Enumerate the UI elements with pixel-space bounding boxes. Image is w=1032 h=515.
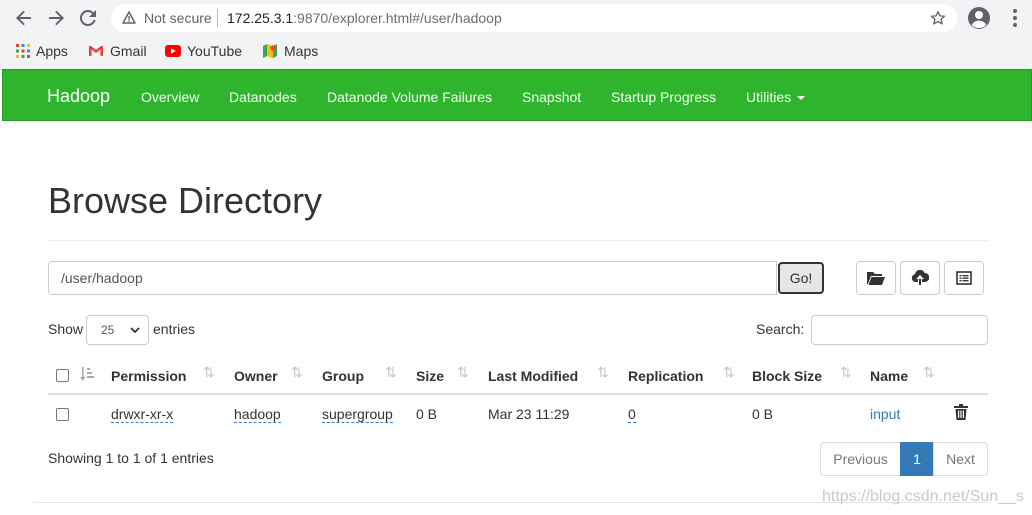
sort-icon[interactable]: ⇅ <box>385 364 397 381</box>
back-icon[interactable] <box>14 8 34 28</box>
sort-amount-icon[interactable] <box>80 366 96 387</box>
column-header-owner[interactable]: Owner <box>234 368 278 384</box>
folder-open-icon <box>867 272 885 285</box>
cloud-upload-icon <box>911 270 929 285</box>
url-host: 172.25.3.1 <box>227 10 294 26</box>
column-header-name[interactable]: Name <box>870 368 908 384</box>
nav-snapshot[interactable]: Snapshot <box>522 89 581 105</box>
entries-value: 25 <box>101 323 115 337</box>
bookmark-label: Gmail <box>110 43 147 59</box>
table-search-input[interactable] <box>811 315 988 345</box>
page-1-button[interactable]: 1 <box>900 442 934 476</box>
bookmark-label: YouTube <box>187 43 243 59</box>
forward-icon[interactable] <box>46 8 66 28</box>
previous-page-button[interactable]: Previous <box>820 442 901 476</box>
row-group[interactable]: supergroup <box>322 406 393 423</box>
list-alt-icon <box>956 271 972 285</box>
row-owner[interactable]: hadoop <box>234 406 281 423</box>
reload-icon[interactable] <box>78 8 98 28</box>
column-header-block-size[interactable]: Block Size <box>752 368 822 384</box>
maps-icon <box>263 44 277 58</box>
apps-grid-icon <box>16 44 30 58</box>
youtube-icon <box>165 45 181 57</box>
row-select-checkbox[interactable] <box>56 408 69 421</box>
entries-label: entries <box>153 321 196 337</box>
info-icon[interactable] <box>122 11 136 30</box>
sort-icon[interactable]: ⇅ <box>597 364 609 381</box>
bookmark-youtube[interactable]: YouTube <box>165 41 242 61</box>
hadoop-brand[interactable]: Hadoop <box>47 86 110 107</box>
cut-paste-button[interactable] <box>944 261 984 295</box>
column-header-replication[interactable]: Replication <box>628 368 703 384</box>
bookmark-apps[interactable]: Apps <box>16 41 68 61</box>
url-path: :9870/explorer.html#/user/hadoop <box>293 10 502 26</box>
bookmark-gmail[interactable]: Gmail <box>88 41 147 61</box>
profile-icon[interactable] <box>967 6 991 35</box>
sort-icon[interactable]: ⇅ <box>923 364 935 381</box>
nav-utilities[interactable]: Utilities <box>746 89 806 105</box>
menu-kebab-icon[interactable] <box>1012 8 1018 33</box>
sort-icon[interactable]: ⇅ <box>840 364 852 381</box>
row-block-size: 0 B <box>752 406 774 422</box>
bookmarks-bar <box>0 36 1032 70</box>
search-label: Search: <box>756 321 805 337</box>
chevron-down-icon <box>130 327 140 334</box>
nav-startup-progress[interactable]: Startup Progress <box>611 89 716 105</box>
row-size: 0 B <box>416 406 438 422</box>
trash-icon[interactable] <box>954 404 968 425</box>
entries-per-page-select[interactable]: 25 <box>86 315 149 345</box>
column-header-permission[interactable]: Permission <box>111 368 186 384</box>
watermark-text: https://blog.csdn.net/Sun__s <box>822 488 1024 505</box>
sort-icon[interactable]: ⇅ <box>291 364 303 381</box>
address-divider <box>217 9 218 27</box>
nav-volume-failures[interactable]: Datanode Volume Failures <box>327 89 492 105</box>
select-all-checkbox[interactable] <box>56 369 69 382</box>
create-directory-button[interactable] <box>856 261 896 295</box>
sort-icon[interactable]: ⇅ <box>723 364 735 381</box>
bookmark-label: Apps <box>36 43 68 59</box>
row-name-link[interactable]: input <box>870 406 900 422</box>
bookmark-label: Maps <box>284 43 319 59</box>
bookmark-star-icon[interactable] <box>930 10 946 31</box>
title-divider <box>48 240 988 241</box>
sort-icon[interactable]: ⇅ <box>457 364 469 381</box>
row-last-modified: Mar 23 11:29 <box>488 406 570 422</box>
table-info: Showing 1 to 1 of 1 entries <box>48 450 214 466</box>
nav-overview[interactable]: Overview <box>141 89 199 105</box>
nav-utilities-label: Utilities <box>746 89 792 105</box>
bookmark-maps[interactable]: Maps <box>262 41 318 61</box>
url-text[interactable]: 172.25.3.1:9870/explorer.html#/user/hado… <box>227 10 502 26</box>
caret-down-icon <box>797 96 806 101</box>
column-header-group[interactable]: Group <box>322 368 364 384</box>
column-header-last-modified[interactable]: Last Modified <box>488 368 578 384</box>
go-button[interactable]: Go! <box>778 262 824 294</box>
directory-path-input[interactable] <box>48 261 777 295</box>
column-header-size[interactable]: Size <box>416 368 444 384</box>
gmail-icon <box>89 46 103 56</box>
row-replication[interactable]: 0 <box>628 406 636 423</box>
show-label: Show <box>48 321 84 337</box>
table-header-divider <box>48 393 988 395</box>
sort-icon[interactable]: ⇅ <box>203 364 215 381</box>
nav-datanodes[interactable]: Datanodes <box>229 89 297 105</box>
next-page-button[interactable]: Next <box>933 442 988 476</box>
security-label: Not secure <box>144 10 212 26</box>
page-title: Browse Directory <box>48 180 323 221</box>
row-permission[interactable]: drwxr-xr-x <box>111 406 174 423</box>
upload-button[interactable] <box>900 261 940 295</box>
